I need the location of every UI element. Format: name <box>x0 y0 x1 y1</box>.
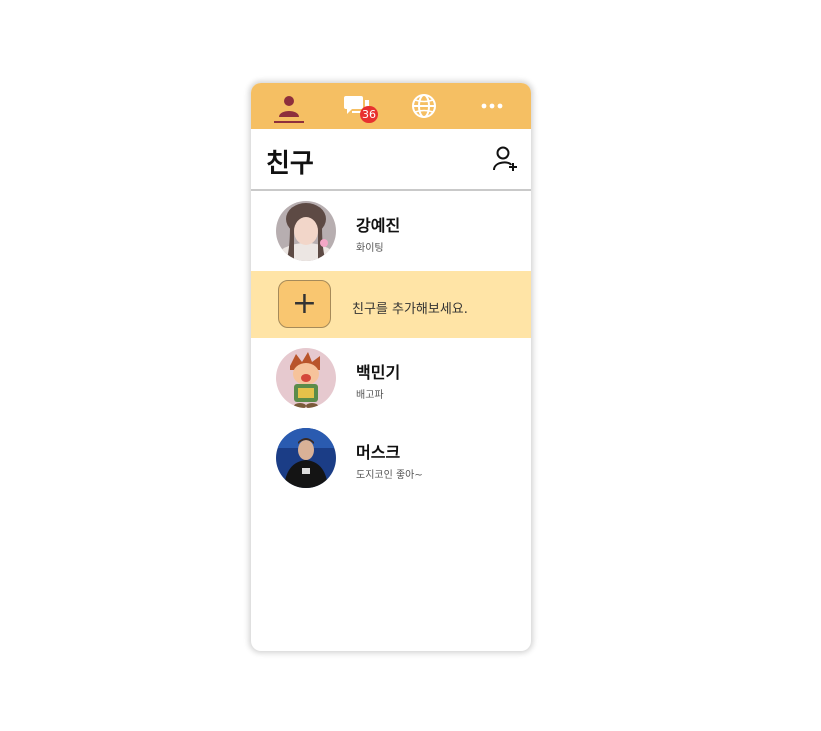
add-friend-row[interactable]: + 친구를 추가해보세요. <box>251 271 531 338</box>
page-title: 친구 <box>266 149 314 179</box>
unread-badge: 36 <box>360 106 378 123</box>
plus-symbol: + <box>291 286 318 321</box>
phone-frame: 36 친구 강예진 화이팅 + 친구를 추가해보세요. 백민기 배고파 머스크 … <box>251 83 531 651</box>
friend-status: 배고파 <box>356 390 384 401</box>
friend-name: 백민기 <box>356 363 401 382</box>
person-icon <box>279 96 299 117</box>
avatar <box>276 201 336 261</box>
avatar <box>276 348 336 408</box>
avatar <box>276 428 336 488</box>
page-header: 친구 <box>251 129 531 191</box>
tab-more[interactable] <box>467 83 517 129</box>
friend-list: 강예진 화이팅 + 친구를 추가해보세요. 백민기 배고파 머스크 도지코인 좋… <box>251 191 531 498</box>
plus-icon: + <box>278 280 331 328</box>
tab-chats[interactable]: 36 <box>332 83 382 129</box>
tab-open-chat[interactable] <box>399 83 449 129</box>
globe-icon <box>412 94 436 118</box>
friend-status: 도지코인 좋아~ <box>356 470 423 481</box>
add-friend-button[interactable] <box>491 145 519 173</box>
friend-status: 화이팅 <box>356 243 384 254</box>
friend-row[interactable]: 머스크 도지코인 좋아~ <box>251 418 531 498</box>
add-friend-label: 친구를 추가해보세요. <box>352 302 468 317</box>
friend-row[interactable]: 강예진 화이팅 <box>251 191 531 271</box>
friend-row[interactable]: 백민기 배고파 <box>251 338 531 418</box>
add-person-icon <box>493 146 517 171</box>
active-tab-indicator <box>274 121 304 123</box>
tab-friends[interactable] <box>264 83 314 129</box>
friend-name: 머스크 <box>356 443 401 462</box>
top-nav-bar: 36 <box>251 83 531 129</box>
friend-name: 강예진 <box>356 216 401 235</box>
more-icon <box>481 103 503 109</box>
